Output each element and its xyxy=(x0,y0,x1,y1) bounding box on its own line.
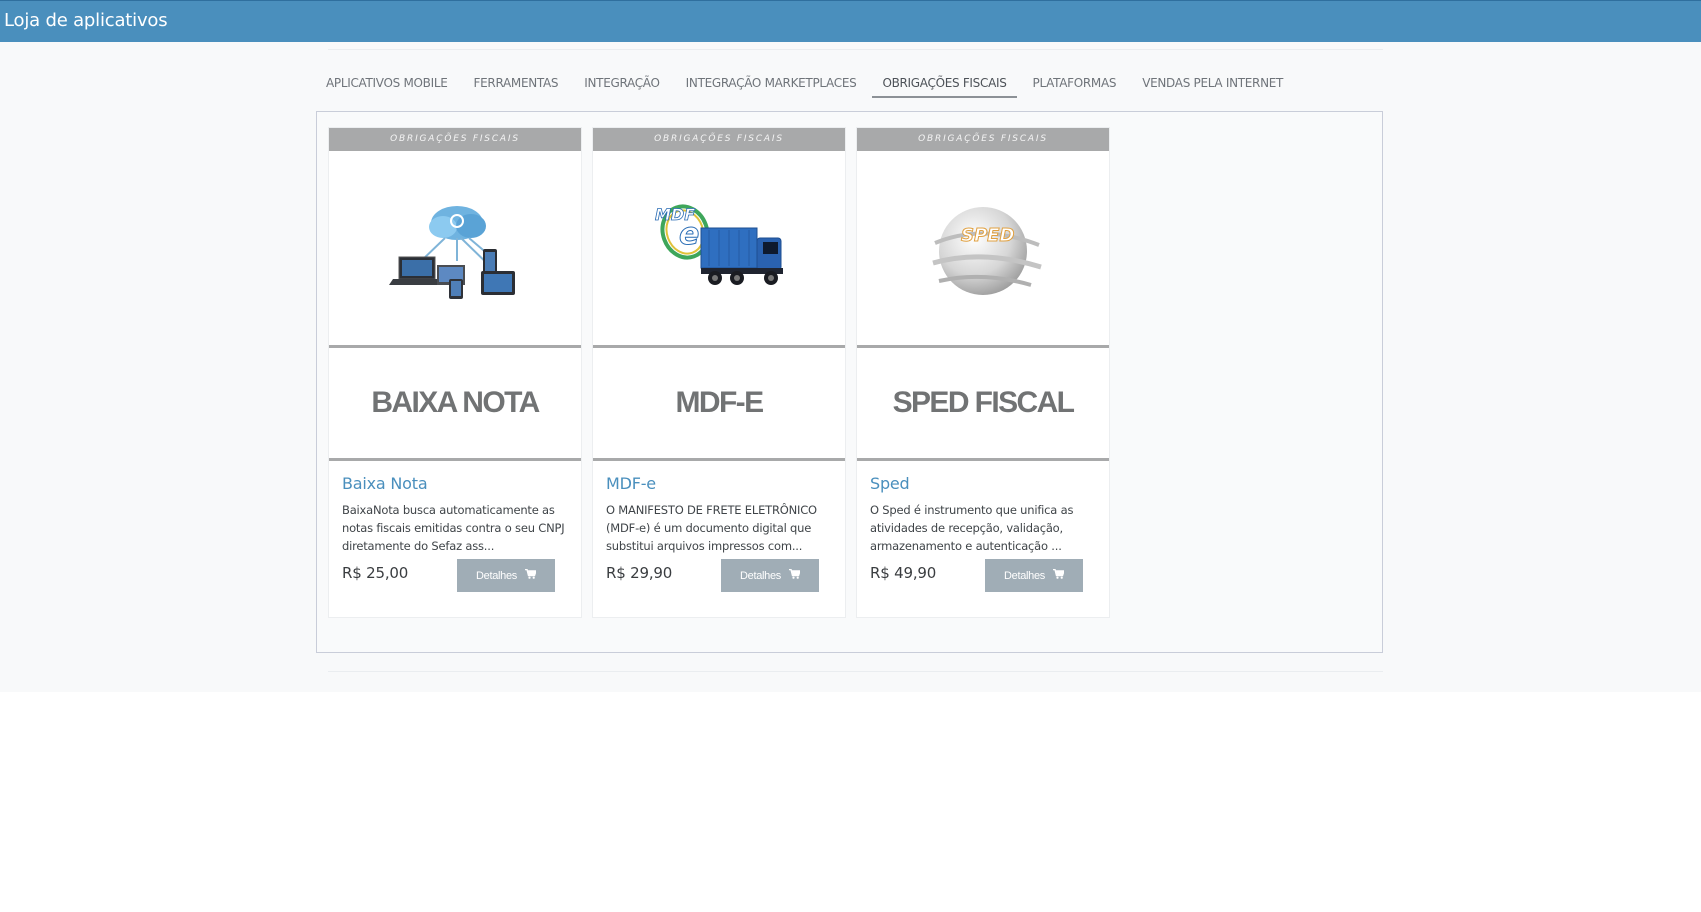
card-title-link[interactable]: Baixa Nota xyxy=(342,474,568,493)
tab-integracao-marketplaces[interactable]: INTEGRAÇÃO MARKETPLACES xyxy=(676,68,867,98)
card-banner-text: BAIXA NOTA xyxy=(371,386,540,419)
cart-icon xyxy=(525,568,537,582)
details-button-label: Detalhes xyxy=(739,569,781,582)
category-tabs: APLICATIVOS MOBILE FERRAMENTAS INTEGRAÇÃ… xyxy=(316,68,1293,98)
card-image[interactable]: SPED xyxy=(857,151,1109,348)
card-body: MDF-e O MANIFESTO DE FRETE ELETRÔNICO (M… xyxy=(593,461,845,593)
tab-obrigacoes-fiscais[interactable]: OBRIGAÇÕES FISCAIS xyxy=(872,68,1017,98)
card-title-link[interactable]: MDF-e xyxy=(606,474,832,493)
details-button[interactable]: Detalhes xyxy=(985,559,1083,592)
card-description: BaixaNota busca automaticamente as notas… xyxy=(342,503,565,553)
details-button[interactable]: Detalhes xyxy=(457,559,555,592)
card-footer: R$ 25,00 Detalhes xyxy=(342,557,568,593)
divider xyxy=(328,671,1383,672)
card-banner: SPED FISCAL xyxy=(857,348,1109,461)
tab-vendas-pela-internet[interactable]: VENDAS PELA INTERNET xyxy=(1132,68,1293,98)
products-panel: OBRIGAÇÕES FISCAIS BAIXA NOTA Baixa Nota… xyxy=(316,111,1383,653)
details-button-label: Detalhes xyxy=(1003,569,1045,582)
page-content: APLICATIVOS MOBILE FERRAMENTAS INTEGRAÇÃ… xyxy=(0,42,1701,692)
card-image[interactable]: MDF e xyxy=(593,151,845,348)
divider xyxy=(328,49,1383,50)
card-banner-text: SPED FISCAL xyxy=(892,386,1075,419)
product-card-mdfe: OBRIGAÇÕES FISCAIS MDF e MDF-E MDF-e O M… xyxy=(592,127,846,618)
tab-aplicativos-mobile[interactable]: APLICATIVOS MOBILE xyxy=(316,68,458,98)
header-bar: Loja de aplicativos xyxy=(0,0,1701,42)
svg-text:e: e xyxy=(679,217,699,252)
sped-globe-icon: SPED xyxy=(932,207,1042,295)
card-footer: R$ 29,90 Detalhes xyxy=(606,557,832,593)
card-price: R$ 29,90 xyxy=(606,564,673,582)
card-body: Sped O Sped é instrumento que unifica as… xyxy=(857,461,1109,593)
cart-icon xyxy=(1053,568,1065,582)
card-body: Baixa Nota BaixaNota busca automaticamen… xyxy=(329,461,581,593)
product-card-baixa-nota: OBRIGAÇÕES FISCAIS BAIXA NOTA Baixa Nota… xyxy=(328,127,582,618)
card-footer: R$ 49,90 Detalhes xyxy=(870,557,1096,593)
card-category: OBRIGAÇÕES FISCAIS xyxy=(593,128,845,151)
cloud-devices-icon xyxy=(389,206,515,299)
card-category: OBRIGAÇÕES FISCAIS xyxy=(329,128,581,151)
page-title: Loja de aplicativos xyxy=(4,10,168,31)
card-price: R$ 25,00 xyxy=(342,564,409,582)
card-banner-text: MDF-E xyxy=(675,386,765,419)
mdfe-truck-icon: MDF e xyxy=(655,204,783,285)
card-image[interactable] xyxy=(329,151,581,348)
details-button[interactable]: Detalhes xyxy=(721,559,819,592)
cart-icon xyxy=(789,568,801,582)
tab-plataformas[interactable]: PLATAFORMAS xyxy=(1023,68,1127,98)
tab-ferramentas[interactable]: FERRAMENTAS xyxy=(464,68,569,98)
card-category: OBRIGAÇÕES FISCAIS xyxy=(857,128,1109,151)
card-banner: MDF-E xyxy=(593,348,845,461)
card-description: O Sped é instrumento que unifica as ativ… xyxy=(870,503,1074,553)
card-description: O MANIFESTO DE FRETE ELETRÔNICO (MDF-e) … xyxy=(606,503,817,553)
svg-text:SPED: SPED xyxy=(961,225,1014,246)
card-title-link[interactable]: Sped xyxy=(870,474,1096,493)
card-banner: BAIXA NOTA xyxy=(329,348,581,461)
card-price: R$ 49,90 xyxy=(870,564,937,582)
product-card-sped: OBRIGAÇÕES FISCAIS SPED SPED FISCAL Sped… xyxy=(856,127,1110,618)
details-button-label: Detalhes xyxy=(475,569,517,582)
tab-integracao[interactable]: INTEGRAÇÃO xyxy=(574,68,669,98)
